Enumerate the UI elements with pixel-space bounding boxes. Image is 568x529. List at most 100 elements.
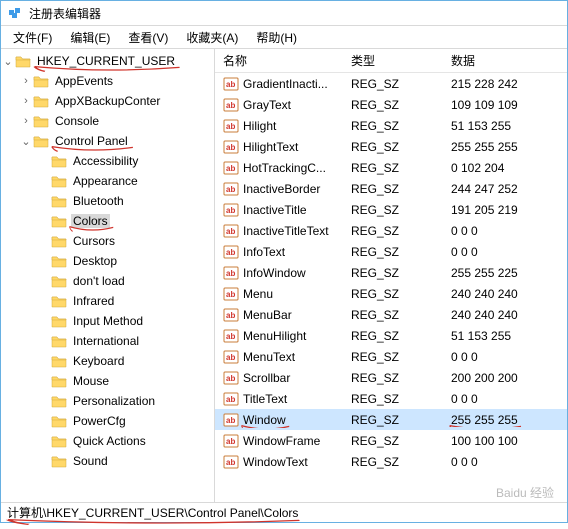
tree-label[interactable]: Accessibility [71,154,140,168]
tree-label[interactable]: International [71,334,141,348]
tree-node[interactable]: ›International [1,331,214,351]
tree-label[interactable]: Colors [71,214,110,228]
tree-node[interactable]: ›PowerCfg [1,411,214,431]
table-row[interactable]: abHilightTextREG_SZ255 255 255 [215,136,567,157]
table-row[interactable]: abGrayTextREG_SZ109 109 109 [215,94,567,115]
table-row[interactable]: abScrollbarREG_SZ200 200 200 [215,367,567,388]
tree-node[interactable]: ›Sound [1,451,214,471]
tree-label[interactable]: don't load [71,274,127,288]
tree-label[interactable]: Desktop [71,254,119,268]
table-row[interactable]: abWindowTextREG_SZ0 0 0 [215,451,567,472]
menu-item-1[interactable]: 编辑(E) [62,27,118,48]
tree-node[interactable]: ›Cursors [1,231,214,251]
svg-text:ab: ab [226,290,235,299]
list-header[interactable]: 名称 类型 数据 [215,49,567,73]
tree-label[interactable]: Sound [71,454,110,468]
table-row[interactable]: abMenuBarREG_SZ240 240 240 [215,304,567,325]
value-data: 200 200 200 [451,371,518,385]
tree-node[interactable]: ›Appearance [1,171,214,191]
cell-data: 200 200 200 [443,371,567,385]
table-row[interactable]: abHotTrackingC...REG_SZ0 102 204 [215,157,567,178]
chevron-right-icon[interactable]: › [19,75,33,87]
svg-text:ab: ab [226,80,235,89]
tree-node[interactable]: ›Accessibility [1,151,214,171]
tree-label[interactable]: Control Panel [53,134,130,148]
status-path: 计算机\HKEY_CURRENT_USER\Control Panel\Colo… [7,506,298,520]
chevron-right-icon[interactable]: › [19,95,33,107]
tree-node[interactable]: ⌄ HKEY_CURRENT_USER [1,51,214,71]
tree-label[interactable]: Bluetooth [71,194,126,208]
string-value-icon: ab [223,244,239,260]
menu-item-4[interactable]: 帮助(H) [248,27,305,48]
svg-text:ab: ab [226,227,235,236]
tree-label[interactable]: Appearance [71,174,140,188]
table-row[interactable]: abWindowREG_SZ255 255 255 [215,409,567,430]
chevron-right-icon[interactable]: › [19,115,33,127]
tree-node[interactable]: ›Personalization [1,391,214,411]
column-header-name[interactable]: 名称 [215,52,343,69]
tree-label[interactable]: Quick Actions [71,434,148,448]
value-data: 255 255 225 [451,266,518,280]
svg-text:ab: ab [226,269,235,278]
tree-panel[interactable]: ⌄HKEY_CURRENT_USER›AppEvents›AppXBackupC… [1,49,215,502]
table-row[interactable]: abInfoWindowREG_SZ255 255 225 [215,262,567,283]
value-name: MenuText [243,350,295,364]
tree-node[interactable]: ›Desktop [1,251,214,271]
cell-data: 244 247 252 [443,182,567,196]
menu-item-0[interactable]: 文件(F) [5,27,60,48]
svg-text:ab: ab [226,143,235,152]
value-name: HotTrackingC... [243,161,326,175]
tree-label[interactable]: Input Method [71,314,145,328]
tree-label[interactable]: HKEY_CURRENT_USER [35,54,177,68]
tree-label[interactable]: Infrared [71,294,116,308]
folder-icon [51,374,67,388]
menu-item-3[interactable]: 收藏夹(A) [178,27,246,48]
value-name: TitleText [243,392,287,406]
table-row[interactable]: abWindowFrameREG_SZ100 100 100 [215,430,567,451]
tree-node[interactable]: › AppEvents [1,71,214,91]
tree-label[interactable]: AppEvents [53,74,115,88]
table-row[interactable]: abMenuREG_SZ240 240 240 [215,283,567,304]
chevron-down-icon[interactable]: ⌄ [1,55,15,68]
table-row[interactable]: abTitleTextREG_SZ0 0 0 [215,388,567,409]
cell-data: 51 153 255 [443,119,567,133]
table-row[interactable]: abMenuHilightREG_SZ51 153 255 [215,325,567,346]
titlebar[interactable]: 注册表编辑器 [1,1,567,26]
table-row[interactable]: abGradientInacti...REG_SZ215 228 242 [215,73,567,94]
table-row[interactable]: abInactiveBorderREG_SZ244 247 252 [215,178,567,199]
tree-node[interactable]: ›Input Method [1,311,214,331]
list-panel[interactable]: 名称 类型 数据 abGradientInacti...REG_SZ215 22… [215,49,567,502]
table-row[interactable]: abHilightREG_SZ51 153 255 [215,115,567,136]
tree-node[interactable]: ›don't load [1,271,214,291]
tree-node[interactable]: ›Quick Actions [1,431,214,451]
chevron-down-icon[interactable]: ⌄ [19,135,33,148]
tree-label[interactable]: AppXBackupConter [53,94,162,108]
tree-label[interactable]: PowerCfg [71,414,128,428]
value-data: 0 0 0 [451,245,478,259]
tree-node[interactable]: ›Mouse [1,371,214,391]
cell-name: ab TitleText [215,391,343,407]
table-row[interactable]: abMenuTextREG_SZ0 0 0 [215,346,567,367]
cell-type: REG_SZ [343,161,443,175]
tree-label[interactable]: Console [53,114,101,128]
value-data: 0 0 0 [451,392,478,406]
column-header-data[interactable]: 数据 [443,52,567,69]
tree-node[interactable]: ›Colors [1,211,214,231]
tree-label[interactable]: Mouse [71,374,111,388]
tree-label[interactable]: Personalization [71,394,157,408]
tree-node[interactable]: ›Infrared [1,291,214,311]
table-row[interactable]: abInactiveTitleREG_SZ191 205 219 [215,199,567,220]
column-header-type[interactable]: 类型 [343,52,443,69]
svg-text:ab: ab [226,395,235,404]
tree-label[interactable]: Keyboard [71,354,126,368]
tree-node[interactable]: ⌄ Control Panel [1,131,214,151]
menu-item-2[interactable]: 查看(V) [120,27,176,48]
tree-node[interactable]: ›Bluetooth [1,191,214,211]
table-row[interactable]: abInfoTextREG_SZ0 0 0 [215,241,567,262]
tree-label[interactable]: Cursors [71,234,117,248]
tree-node[interactable]: › AppXBackupConter [1,91,214,111]
string-value-icon: ab [223,454,239,470]
tree-node[interactable]: › Console [1,111,214,131]
tree-node[interactable]: ›Keyboard [1,351,214,371]
table-row[interactable]: abInactiveTitleTextREG_SZ0 0 0 [215,220,567,241]
